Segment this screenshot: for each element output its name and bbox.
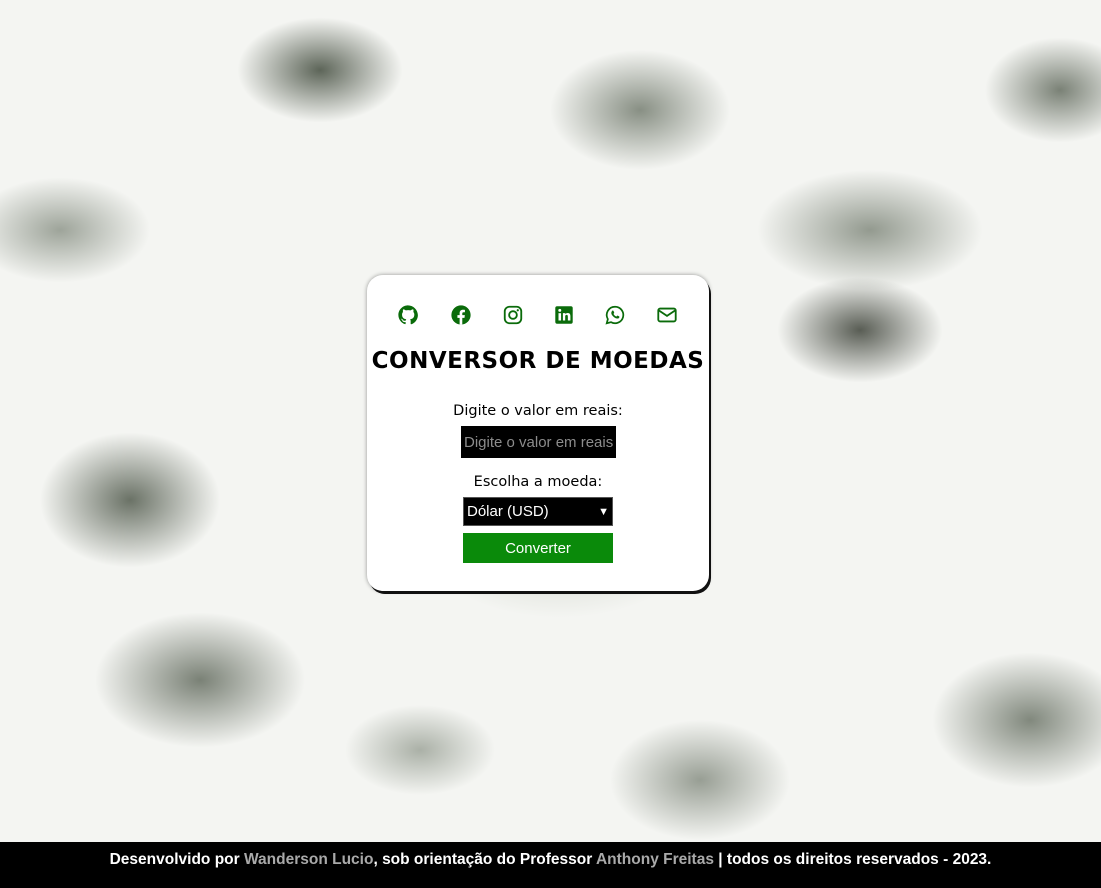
whatsapp-icon	[605, 305, 625, 325]
footer-prefix: Desenvolvido por	[109, 851, 244, 868]
currency-label: Escolha a moeda:	[473, 474, 603, 490]
github-icon	[398, 305, 418, 325]
footer-middle: , sob orientação do Professor	[373, 851, 596, 868]
email-link[interactable]	[656, 304, 678, 326]
converter-card: CONVERSOR DE MOEDAS Digite o valor em re…	[367, 275, 709, 591]
facebook-icon	[451, 305, 471, 325]
email-icon	[657, 307, 677, 323]
linkedin-link[interactable]	[553, 304, 575, 326]
page-title: CONVERSOR DE MOEDAS	[371, 348, 705, 374]
github-link[interactable]	[397, 304, 419, 326]
facebook-link[interactable]	[450, 304, 472, 326]
convert-button[interactable]: Converter	[463, 533, 613, 563]
instagram-icon	[503, 305, 523, 325]
linkedin-icon	[555, 306, 573, 324]
social-links	[367, 304, 709, 326]
whatsapp-link[interactable]	[604, 304, 626, 326]
currency-selected-value: Dólar (USD)	[467, 503, 549, 520]
instagram-link[interactable]	[502, 304, 524, 326]
currency-select[interactable]: Dólar (USD) ▼	[463, 497, 613, 526]
footer: Desenvolvido por Wanderson Lucio, sob or…	[0, 842, 1101, 888]
professor-link[interactable]: Anthony Freitas	[596, 851, 714, 868]
footer-suffix: | todos os direitos reservados - 2023.	[713, 851, 992, 868]
amount-input[interactable]	[461, 426, 616, 458]
author-link[interactable]: Wanderson Lucio	[244, 851, 373, 868]
chevron-down-icon: ▼	[598, 505, 609, 518]
amount-label: Digite o valor em reais:	[453, 403, 623, 419]
